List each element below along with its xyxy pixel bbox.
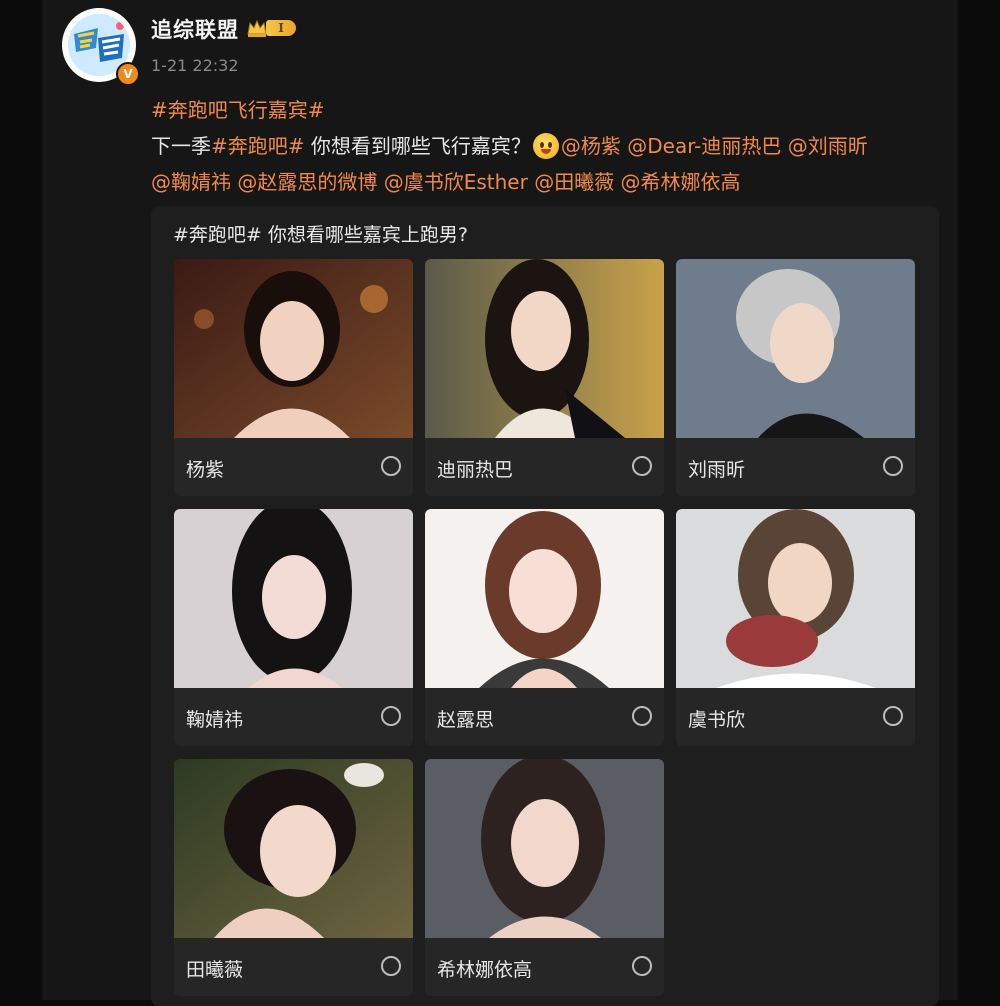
radio-unselected-icon[interactable] — [632, 956, 652, 976]
option-photo — [425, 259, 664, 438]
radio-unselected-icon[interactable] — [883, 706, 903, 726]
option-label: 希林娜依高 — [437, 959, 533, 981]
option-photo — [676, 259, 915, 438]
hashtag-link[interactable]: #奔跑吧# — [211, 134, 305, 158]
hashtag-link[interactable]: #奔跑吧飞行嘉宾# — [151, 98, 325, 122]
radio-unselected-icon[interactable] — [381, 456, 401, 476]
post-text-prefix: 下一季 — [151, 134, 211, 158]
poll-option[interactable]: 虞书欣 — [676, 509, 915, 746]
poll-option[interactable]: 希林娜依高 — [425, 759, 664, 996]
option-photo — [174, 509, 413, 688]
smiling-face-emoji-icon — [532, 133, 559, 159]
post-body: #奔跑吧飞行嘉宾# 下一季#奔跑吧# 你想看到哪些飞行嘉宾？ @杨紫 @Dear-… — [151, 92, 941, 200]
post-timestamp: 1-21 22:32 — [151, 56, 239, 75]
mention-link[interactable]: @田曦薇 — [534, 170, 614, 194]
option-label: 田曦薇 — [186, 959, 244, 981]
radio-unselected-icon[interactable] — [632, 706, 652, 726]
poll-option[interactable]: 赵露思 — [425, 509, 664, 746]
poll-title: #奔跑吧# 你想看哪些嘉宾上跑男? — [173, 224, 468, 246]
poll-option[interactable]: 刘雨昕 — [676, 259, 915, 496]
mention-link[interactable]: @虞书欣Esther — [384, 170, 528, 194]
level-label: I — [266, 20, 296, 36]
mention-link[interactable]: @刘雨昕 — [788, 134, 868, 158]
avatar[interactable]: V — [62, 8, 140, 86]
post-line-1: #奔跑吧飞行嘉宾# — [151, 92, 941, 128]
option-label: 迪丽热巴 — [437, 459, 514, 481]
username[interactable]: 追综联盟 — [151, 14, 239, 44]
post-question: 你想看到哪些飞行嘉宾？ — [304, 134, 531, 158]
radio-unselected-icon[interactable] — [381, 956, 401, 976]
level-badge[interactable]: I — [246, 17, 296, 39]
poll-option[interactable]: 鞠婧祎 — [174, 509, 413, 746]
verified-badge: V — [116, 62, 140, 86]
mention-link[interactable]: @希林娜依高 — [621, 170, 741, 194]
mention-link[interactable]: @Dear-迪丽热巴 — [627, 134, 781, 158]
option-label: 刘雨昕 — [688, 459, 746, 481]
post-line-2: 下一季#奔跑吧# 你想看到哪些飞行嘉宾？ @杨紫 @Dear-迪丽热巴 @刘雨昕 — [151, 128, 941, 164]
poll-option[interactable]: 田曦薇 — [174, 759, 413, 996]
option-label: 赵露思 — [437, 709, 495, 731]
option-photo — [676, 509, 915, 688]
mention-link[interactable]: @鞠婧祎 — [151, 170, 231, 194]
option-label: 杨紫 — [186, 459, 225, 481]
option-label: 鞠婧祎 — [186, 709, 244, 731]
radio-unselected-icon[interactable] — [883, 456, 903, 476]
option-photo — [425, 759, 664, 938]
radio-unselected-icon[interactable] — [632, 456, 652, 476]
option-photo — [174, 759, 413, 938]
mention-link[interactable]: @赵露思的微博 — [237, 170, 377, 194]
poll-option[interactable]: 迪丽热巴 — [425, 259, 664, 496]
radio-unselected-icon[interactable] — [381, 706, 401, 726]
crown-icon — [247, 19, 267, 37]
poll-option[interactable]: 杨紫 — [174, 259, 413, 496]
option-photo — [174, 259, 413, 438]
post-line-3: @鞠婧祎 @赵露思的微博 @虞书欣Esther @田曦薇 @希林娜依高 — [151, 164, 941, 200]
option-photo — [425, 509, 664, 688]
poll-card: #奔跑吧# 你想看哪些嘉宾上跑男? 杨紫 迪丽热巴 刘雨昕 鞠婧祎 赵露思 虞书… — [151, 206, 939, 1006]
option-label: 虞书欣 — [688, 709, 746, 731]
mention-link[interactable]: @杨紫 — [561, 134, 621, 158]
